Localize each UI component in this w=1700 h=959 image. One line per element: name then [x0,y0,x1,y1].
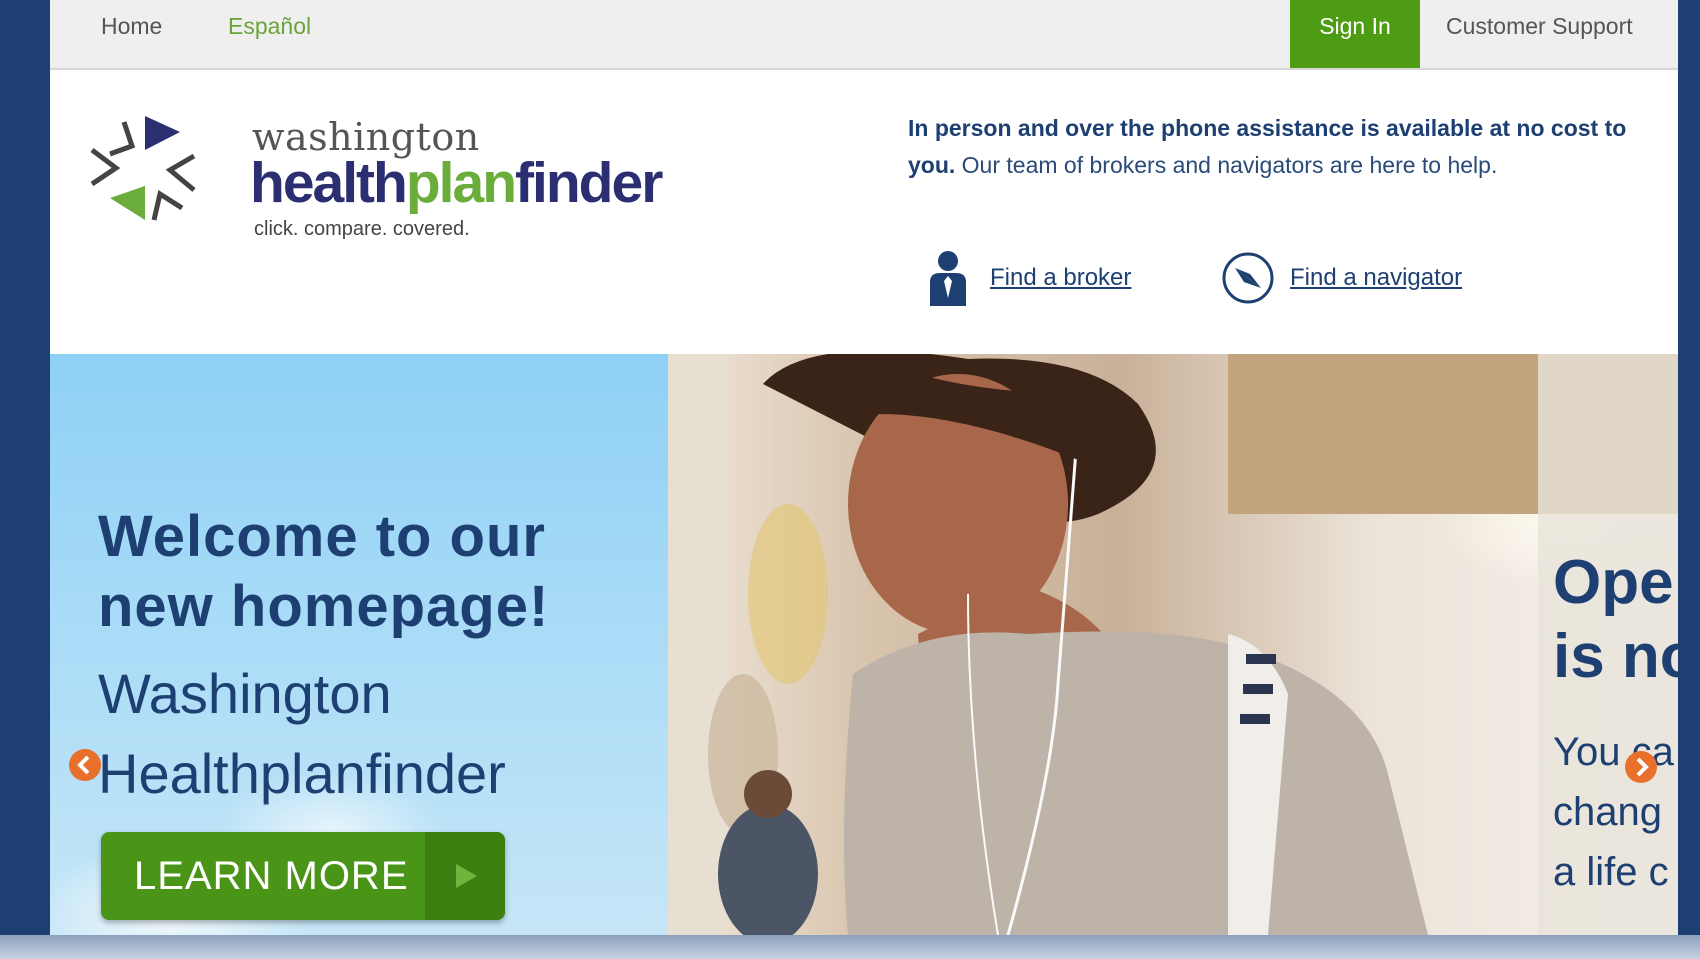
carousel-next-icon[interactable] [1624,750,1658,789]
hero-carousel: Welcome to our new homepage! Washington … [50,354,1678,935]
help-links: Find a broker Find a navigator [920,248,1620,308]
learn-more-button[interactable]: LEARN MORE [101,832,505,920]
hero-title: Welcome to our new homepage! [98,504,550,639]
page-frame: Home Español Sign In Customer Support wa… [50,0,1678,935]
logo[interactable]: washington healthplanfinder click. compa… [90,110,663,250]
find-navigator-label: Find a navigator [1290,264,1463,291]
nav-espanol-link[interactable]: Español [228,0,311,68]
nav-home-link[interactable]: Home [101,0,162,68]
top-nav: Home Español Sign In Customer Support [50,0,1678,70]
hero-photo [668,354,1678,935]
taskbar-strip [0,935,1700,959]
logo-mark-icon [90,116,196,221]
assistance-text: In person and over the phone assistance … [908,110,1628,184]
compass-icon [1220,250,1276,306]
site-header: washington healthplanfinder click. compa… [50,70,1678,354]
promo-text: You ca chang a life c [1553,730,1674,894]
promo-title: Ope is no [1553,548,1678,691]
hero-subtitle: Washington Healthplanfinder [98,662,506,805]
learn-more-label: LEARN MORE [134,854,409,898]
carousel-prev-icon[interactable] [68,748,102,787]
sign-in-button[interactable]: Sign In [1290,0,1420,68]
play-arrow-icon [425,832,505,920]
broker-person-icon [920,250,976,306]
assistance-rest: Our team of brokers and navigators are h… [955,152,1498,178]
logo-tagline: click. compare. covered. [254,218,470,240]
woman-photo-illustration [668,354,1678,935]
logo-healthplanfinder: healthplanfinder [250,151,663,215]
find-broker-link[interactable]: Find a broker [920,248,1131,308]
find-broker-label: Find a broker [990,264,1132,291]
promo-slide-peek: Ope is no You ca chang a life c [1550,354,1678,935]
customer-support-link[interactable]: Customer Support [1446,0,1633,68]
find-navigator-link[interactable]: Find a navigator [1220,248,1462,308]
